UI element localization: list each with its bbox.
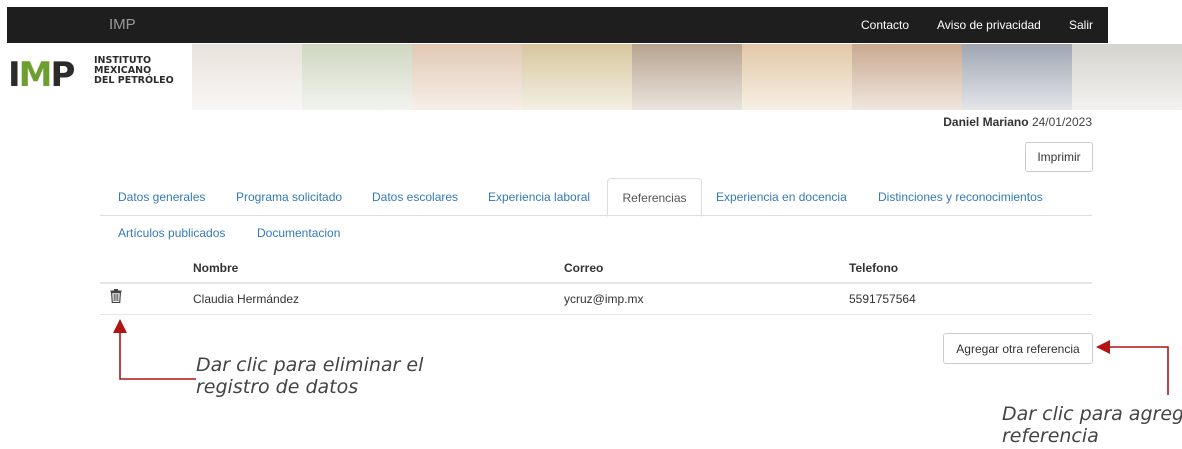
- delete-arrowhead: [113, 319, 127, 333]
- add-annotation: Dar clic para agreg referencia: [1002, 403, 1182, 447]
- annotation-arrows: [113, 319, 1169, 395]
- add-arrowhead: [1096, 340, 1110, 354]
- add-arrow-line: [1108, 346, 1169, 395]
- delete-annotation: Dar clic para eliminar el registro de da…: [196, 354, 424, 398]
- delete-arrow-line: [119, 330, 196, 380]
